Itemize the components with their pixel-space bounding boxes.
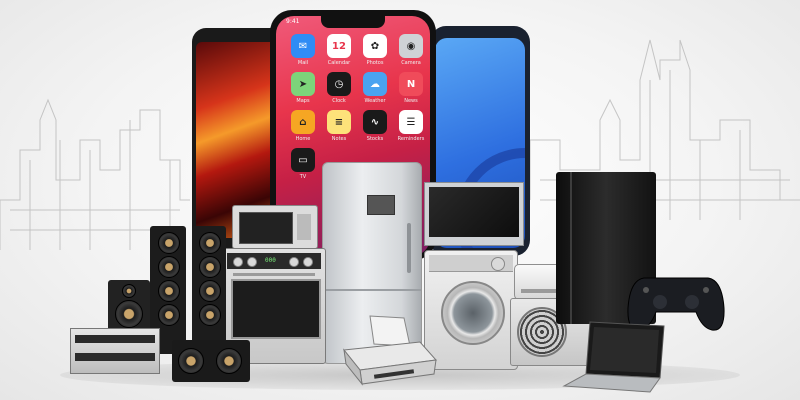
washer-dial <box>491 257 505 271</box>
speaker-driver <box>199 256 221 278</box>
subwoofer <box>172 340 250 382</box>
stove-knob <box>233 257 243 267</box>
app-label: Photos <box>366 60 384 66</box>
speaker-woofer <box>115 300 143 328</box>
mail-icon: ✉ <box>291 34 315 58</box>
notes-icon: ≡ <box>327 110 351 134</box>
app-glyph: ◉ <box>406 40 416 52</box>
bookshelf-speaker <box>108 280 150 332</box>
status-time: 9:41 <box>286 18 300 25</box>
speaker-driver <box>158 232 180 254</box>
inkjet-printer <box>343 315 438 386</box>
app-glyph: 12 <box>332 40 346 52</box>
app-label: Home <box>295 136 311 142</box>
maps-icon: ➤ <box>291 72 315 96</box>
speaker-tweeter <box>122 284 136 298</box>
speaker-driver <box>216 348 242 374</box>
clock-icon: ◷ <box>327 72 351 96</box>
reminders-icon: ☰ <box>399 110 423 134</box>
app-label: Calendar <box>327 60 351 66</box>
app-label: Notes <box>331 136 347 142</box>
app-glyph: N <box>406 78 416 90</box>
app-glyph: ✉ <box>298 40 308 52</box>
app-glyph: ☰ <box>406 116 416 128</box>
stove-knob <box>247 257 257 267</box>
calendar-icon: 12 <box>327 34 351 58</box>
washer-door <box>441 281 505 345</box>
fridge-display <box>367 195 395 215</box>
console-groove <box>570 172 572 324</box>
app-label: Reminders <box>397 136 425 142</box>
app-label: TV <box>299 174 307 180</box>
speaker-driver <box>158 304 180 326</box>
news-icon: N <box>399 72 423 96</box>
speaker-driver <box>199 304 221 326</box>
app-glyph: ⌂ <box>299 116 307 128</box>
receiver-tray <box>75 353 155 361</box>
stove-knob <box>289 257 299 267</box>
app-label: Clock <box>332 98 346 104</box>
app-label: Maps <box>296 98 310 104</box>
oven-window <box>231 279 321 339</box>
app-glyph: ▭ <box>298 154 308 166</box>
product-scene: 9:41 ✉ Mail 12 Calendar ✿ Photos ◉ Camera ➤ Maps ◷… <box>0 0 800 400</box>
stocks-icon: ∿ <box>363 110 387 134</box>
microwave-window <box>239 212 293 244</box>
speaker-driver <box>199 232 221 254</box>
camera-icon: ◉ <box>399 34 423 58</box>
notch <box>321 16 385 28</box>
app-glyph: ≡ <box>334 116 344 128</box>
photos-icon: ✿ <box>363 34 387 58</box>
app-glyph: ☁ <box>370 78 380 90</box>
app-label: Mail <box>297 60 309 66</box>
app-glyph: ◷ <box>334 78 344 90</box>
speaker-driver <box>178 348 204 374</box>
weather-icon: ☁ <box>363 72 387 96</box>
home-icon: ⌂ <box>291 110 315 134</box>
fridge-door-split <box>323 289 421 291</box>
tv-icon: ▭ <box>291 148 315 172</box>
stove-knob <box>303 257 313 267</box>
stove-display: 000 <box>265 257 276 264</box>
monitor-screen <box>429 187 519 237</box>
microwave <box>232 205 318 249</box>
speaker-driver <box>158 256 180 278</box>
oven-handle <box>233 273 315 276</box>
monitor <box>424 182 524 246</box>
fridge-handle <box>407 223 411 273</box>
app-glyph: ➤ <box>298 78 308 90</box>
app-glyph: ✿ <box>370 40 380 52</box>
app-label: Weather <box>364 98 386 104</box>
app-label: Stocks <box>366 136 384 142</box>
speaker-driver <box>199 280 221 302</box>
receiver-display <box>75 335 155 343</box>
laptop <box>562 321 665 393</box>
speaker-driver <box>158 280 180 302</box>
microwave-panel <box>297 214 311 240</box>
app-glyph: ∿ <box>370 116 380 128</box>
app-label: Camera <box>401 60 421 66</box>
app-label: News <box>404 98 418 104</box>
tower-speaker-right <box>192 226 226 350</box>
stereo-receiver <box>70 328 160 374</box>
